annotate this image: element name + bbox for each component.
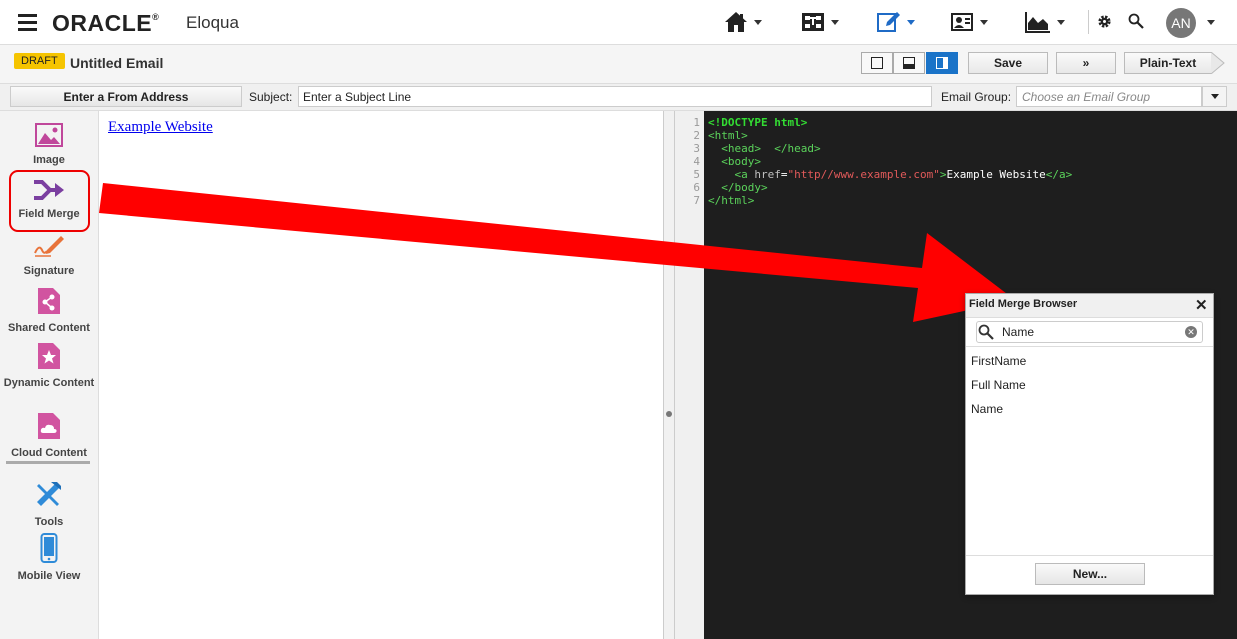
edit-nav-button[interactable] <box>877 8 915 36</box>
logo-text: ORACLE <box>52 10 153 36</box>
line-number: 6 <box>693 181 700 194</box>
dynamic-content-icon <box>38 343 60 369</box>
campaigns-icon <box>802 13 824 31</box>
code-line: <!DOCTYPE html> <box>708 116 808 129</box>
plain-text-button[interactable]: Plain-Text <box>1124 52 1212 74</box>
contacts-nav-button[interactable] <box>950 8 988 36</box>
email-group-select[interactable]: Choose an Email Group <box>1016 86 1202 107</box>
sidebar-item-dynamic-content[interactable]: Dynamic Content <box>0 342 98 390</box>
user-avatar[interactable]: AN <box>1166 8 1196 38</box>
view-design-button[interactable] <box>861 52 893 74</box>
line-number: 1 <box>693 116 700 129</box>
sidebar-item-mobile-view[interactable]: Mobile View <box>0 533 98 583</box>
settings-icon[interactable] <box>1097 14 1112 32</box>
plain-text-arrow-icon <box>1211 52 1225 74</box>
line-number: 3 <box>693 142 700 155</box>
mobile-view-icon <box>40 533 58 563</box>
code-line: <body> <box>708 155 761 168</box>
code-line: <head> </head> <box>708 142 821 155</box>
split-right-view-icon <box>936 57 948 69</box>
cloud-content-icon <box>38 413 60 439</box>
subject-label: Subject: <box>249 90 293 104</box>
menu-icon[interactable] <box>18 14 37 31</box>
search-icon[interactable] <box>1128 13 1144 32</box>
split-bottom-view-icon <box>903 57 915 69</box>
status-badge: DRAFT <box>14 53 65 69</box>
dialog-title: Field Merge Browser <box>969 298 1078 310</box>
nav-divider <box>1088 10 1089 34</box>
sidebar-item-signature[interactable]: Signature <box>0 234 98 278</box>
from-address-button[interactable]: Enter a From Address <box>10 86 242 107</box>
example-website-link[interactable]: Example Website <box>108 119 213 136</box>
line-number: 7 <box>693 194 700 207</box>
code-line: </body> <box>708 181 768 194</box>
email-group-dropdown-button[interactable] <box>1202 86 1227 107</box>
contacts-icon <box>951 13 973 31</box>
list-item[interactable]: Full Name <box>971 378 1026 392</box>
design-view-icon <box>871 57 883 69</box>
chevron-down-icon <box>1210 94 1219 99</box>
oracle-logo: ORACLE® <box>52 10 160 36</box>
dialog-divider <box>966 555 1213 556</box>
code-line: </html> <box>708 194 755 207</box>
line-number: 4 <box>693 155 700 168</box>
save-button[interactable]: Save <box>968 52 1048 74</box>
shared-content-icon <box>38 288 60 314</box>
field-search-value[interactable]: Name <box>1002 325 1034 339</box>
clear-search-icon[interactable]: ✕ <box>1185 326 1197 338</box>
sidebar-item-image[interactable]: Image <box>0 123 98 167</box>
home-icon <box>725 12 747 32</box>
close-icon[interactable]: ✕ <box>1195 296 1208 314</box>
dialog-divider <box>966 346 1213 347</box>
field-merge-highlight <box>9 170 90 232</box>
email-group-label: Email Group: <box>941 90 1012 104</box>
analytics-icon <box>1025 12 1050 33</box>
code-line: <html> <box>708 129 748 142</box>
campaigns-nav-button[interactable] <box>801 8 839 36</box>
sidebar-item-cloud-content[interactable]: Cloud Content <box>0 412 98 460</box>
edit-icon <box>877 12 900 32</box>
tools-icon <box>37 482 61 506</box>
sidebar-divider <box>6 461 90 464</box>
line-number: 5 <box>693 168 700 181</box>
new-field-merge-button[interactable]: New... <box>1035 563 1145 585</box>
signature-icon <box>34 236 64 257</box>
image-icon <box>35 123 63 147</box>
pane-splitter[interactable] <box>663 111 675 639</box>
line-number: 2 <box>693 129 700 142</box>
sidebar-item-shared-content[interactable]: Shared Content <box>0 287 98 335</box>
email-header-bar <box>0 45 1237 84</box>
analytics-nav-button[interactable] <box>1025 8 1065 36</box>
list-item[interactable]: FirstName <box>971 354 1026 368</box>
search-icon <box>978 324 994 340</box>
home-nav-button[interactable] <box>724 8 762 36</box>
list-item[interactable]: Name <box>971 402 1003 416</box>
subject-input[interactable]: Enter a Subject Line <box>298 86 932 107</box>
page-title[interactable]: Untitled Email <box>70 55 163 71</box>
design-canvas[interactable] <box>99 111 663 639</box>
more-actions-button[interactable]: » <box>1056 52 1116 74</box>
code-line: <a href="http//www.example.com">Example … <box>734 168 1073 181</box>
product-name: Eloqua <box>186 13 239 32</box>
view-split-bottom-button[interactable] <box>893 52 925 74</box>
splitter-handle-icon[interactable] <box>666 411 672 417</box>
user-menu-chevron-icon[interactable] <box>1207 20 1215 25</box>
sidebar-item-tools[interactable]: Tools <box>0 479 98 529</box>
view-split-right-button[interactable] <box>926 52 958 74</box>
